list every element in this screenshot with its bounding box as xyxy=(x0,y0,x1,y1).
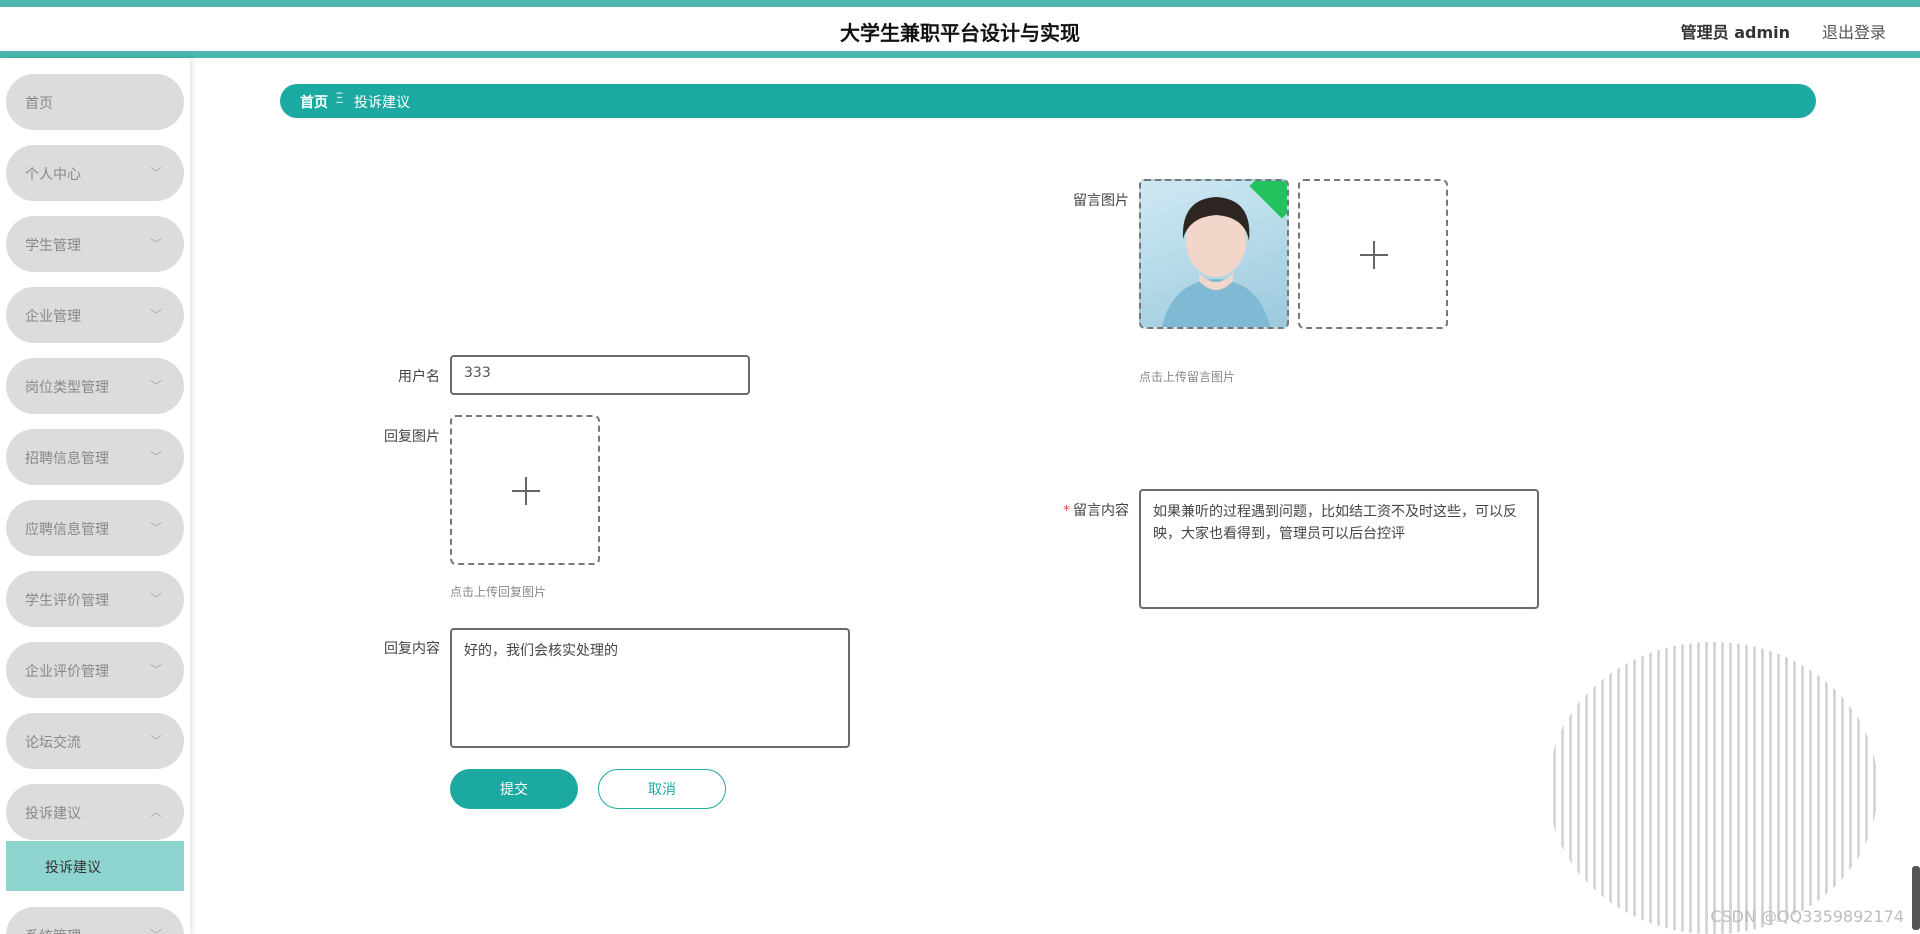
header: 大学生兼职平台设计与实现 管理员 admin 退出登录 xyxy=(0,7,1920,51)
sidebar: 首页 个人中心 ﹀ 学生管理 ﹀ 企业管理 ﹀ 岗位类型管理 ﹀ 招聘信息管理 … xyxy=(0,58,190,934)
chevron-down-icon: ﹀ xyxy=(149,166,162,180)
chevron-down-icon: ﹀ xyxy=(149,663,162,677)
cancel-button[interactable]: 取消 xyxy=(598,769,726,809)
sidebar-item-label: 应聘信息管理 xyxy=(25,522,109,538)
scrollbar-handle[interactable] xyxy=(1912,866,1920,930)
message-image-hint: 点击上传留言图片 xyxy=(1139,370,1236,384)
breadcrumb-separator-icon: Ξ xyxy=(335,91,344,107)
sidebar-item-system[interactable]: 系统管理 ﹀ xyxy=(6,907,184,934)
sidebar-item-label: 论坛交流 xyxy=(25,735,81,751)
sidebar-item-label: 学生评价管理 xyxy=(25,593,109,609)
message-image-upload[interactable] xyxy=(1298,179,1448,329)
reply-content-label: 回复内容 xyxy=(384,641,440,657)
chevron-down-icon: ﹀ xyxy=(149,521,162,535)
reply-image-label: 回复图片 xyxy=(384,429,440,445)
header-bottom-stripe xyxy=(0,51,1920,58)
sidebar-item-companies[interactable]: 企业管理 ﹀ xyxy=(6,287,184,343)
breadcrumb-home-link[interactable]: 首页 xyxy=(300,92,328,112)
sidebar-item-student-reviews[interactable]: 学生评价管理 ﹀ xyxy=(6,571,184,627)
username-field[interactable]: 333 xyxy=(450,355,750,395)
sidebar-subitem-label: 投诉建议 xyxy=(45,860,101,876)
reply-image-upload[interactable] xyxy=(450,415,600,565)
sidebar-item-label: 招聘信息管理 xyxy=(25,451,109,467)
message-image-label: 留言图片 xyxy=(1073,193,1129,209)
sidebar-item-company-reviews[interactable]: 企业评价管理 ﹀ xyxy=(6,642,184,698)
sidebar-item-label: 岗位类型管理 xyxy=(25,380,109,396)
breadcrumb-current: 投诉建议 xyxy=(354,95,410,111)
message-content-textarea[interactable]: 如果兼听的过程遇到问题，比如结工资不及时这些，可以反映，大家也看得到，管理员可以… xyxy=(1139,489,1539,609)
reply-image-hint: 点击上传回复图片 xyxy=(450,585,547,599)
sidebar-item-job-types[interactable]: 岗位类型管理 ﹀ xyxy=(6,358,184,414)
header-top-stripe xyxy=(0,0,1920,7)
sidebar-item-label: 系统管理 xyxy=(25,926,81,934)
watermark: CSDN @QQ3359892174 xyxy=(1710,907,1904,926)
sidebar-item-applications[interactable]: 应聘信息管理 ﹀ xyxy=(6,500,184,556)
chevron-down-icon: ﹀ xyxy=(149,308,162,322)
username-label: 用户名 xyxy=(398,369,440,385)
chevron-down-icon: ﹀ xyxy=(149,379,162,393)
breadcrumb: 首页 Ξ 投诉建议 xyxy=(280,84,1816,118)
message-image-thumbnail[interactable] xyxy=(1139,179,1289,329)
required-asterisk: * xyxy=(1063,503,1070,519)
message-content-label-text: 留言内容 xyxy=(1073,503,1129,519)
submit-button[interactable]: 提交 xyxy=(450,769,578,809)
sidebar-subitem-complaints[interactable]: 投诉建议 xyxy=(6,841,184,891)
plus-icon-vertical xyxy=(1373,241,1375,269)
logout-button[interactable]: 退出登录 xyxy=(1822,19,1886,43)
sidebar-item-label: 企业评价管理 xyxy=(25,664,109,680)
sidebar-item-students[interactable]: 学生管理 ﹀ xyxy=(6,216,184,272)
sidebar-item-home[interactable]: 首页 xyxy=(6,74,184,130)
chevron-down-icon: ﹀ xyxy=(149,237,162,251)
plus-icon-vertical xyxy=(525,477,527,505)
admin-label: 管理员 admin xyxy=(1680,23,1790,42)
sidebar-item-label: 学生管理 xyxy=(25,238,81,254)
sidebar-item-profile[interactable]: 个人中心 ﹀ xyxy=(6,145,184,201)
sidebar-item-complaints[interactable]: 投诉建议 ︿ xyxy=(6,784,184,840)
sidebar-item-forum[interactable]: 论坛交流 ﹀ xyxy=(6,713,184,769)
chevron-down-icon: ﹀ xyxy=(149,450,162,464)
chevron-down-icon: ﹀ xyxy=(149,592,162,606)
reply-content-textarea[interactable]: 好的，我们会核实处理的 xyxy=(450,628,850,748)
message-content-label: * 留言内容 xyxy=(1029,500,1129,520)
sidebar-item-label: 投诉建议 xyxy=(25,806,81,822)
chevron-down-icon: ﹀ xyxy=(149,734,162,748)
sidebar-item-label: 个人中心 xyxy=(25,167,81,183)
app-title: 大学生兼职平台设计与实现 xyxy=(840,21,1080,45)
chevron-up-icon: ︿ xyxy=(149,805,162,819)
sidebar-item-recruitment[interactable]: 招聘信息管理 ﹀ xyxy=(6,429,184,485)
chevron-down-icon: ﹀ xyxy=(150,926,162,934)
decorative-striped-circle xyxy=(1548,642,1878,934)
sidebar-item-label: 企业管理 xyxy=(25,309,81,325)
sidebar-item-label: 首页 xyxy=(25,96,53,112)
